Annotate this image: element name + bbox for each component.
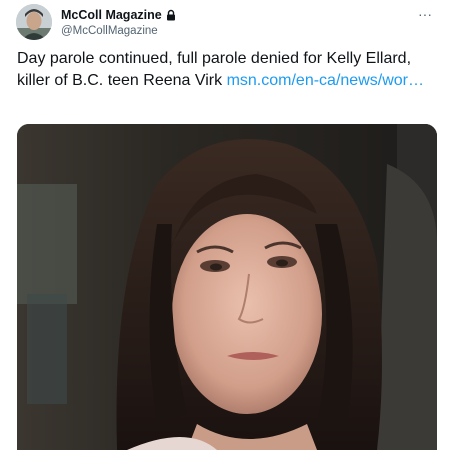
- handle[interactable]: @McCollMagazine: [61, 25, 177, 37]
- display-name-text[interactable]: McColl Magazine: [61, 8, 162, 22]
- avatar[interactable]: [16, 4, 52, 40]
- tweet-link[interactable]: msn.com/en-ca/news/wor…: [227, 72, 424, 89]
- lock-icon: [165, 9, 177, 21]
- tweet-photo[interactable]: [17, 124, 437, 450]
- tweet-text: Day parole continued, full parole denied…: [17, 48, 437, 92]
- display-name[interactable]: McColl Magazine: [61, 8, 177, 22]
- more-icon[interactable]: ···: [418, 6, 432, 22]
- tweet-card[interactable]: McColl Magazine @McCollMagazine ··· Day …: [0, 0, 450, 450]
- tweet-header: McColl Magazine @McCollMagazine ···: [16, 4, 440, 44]
- author-names: McColl Magazine @McCollMagazine: [61, 6, 177, 37]
